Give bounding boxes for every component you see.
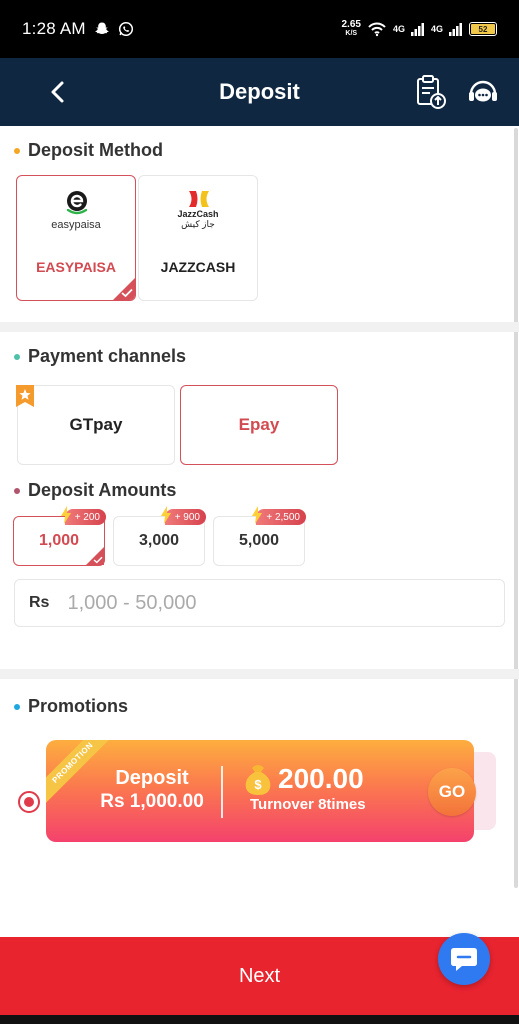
- snapchat-icon: [95, 22, 109, 34]
- jazzcash-logo-icon: [189, 191, 209, 207]
- deposit-method-title: Deposit Method: [14, 140, 163, 161]
- section-divider: [0, 322, 519, 332]
- chat-button[interactable]: [438, 933, 490, 985]
- channel-label: Epay: [238, 415, 280, 434]
- amount-value: 3,000: [138, 532, 180, 549]
- app-header: Deposit: [0, 58, 519, 126]
- battery-icon: 52: [469, 22, 497, 36]
- network-type-1: 4G: [392, 24, 405, 34]
- easypaisa-logo-text: easypaisa: [51, 219, 101, 231]
- amount-input[interactable]: [67, 591, 468, 615]
- signal-icon: [410, 23, 424, 36]
- promo-turnover: Turnover 8times: [250, 796, 366, 813]
- jazzcash-logo-text: JazzCash: [177, 209, 219, 219]
- svg-text:$: $: [254, 777, 262, 792]
- wifi-icon: [368, 22, 386, 37]
- amount-value: 1,000: [38, 532, 80, 549]
- promo-body: PROMOTION Deposit Rs 1,000.00 $ 200.00 T…: [46, 740, 474, 842]
- deposit-amounts-title: Deposit Amounts: [14, 480, 176, 501]
- section-dot: [14, 487, 20, 494]
- section-divider: [0, 669, 519, 679]
- recommended-badge-icon: [16, 385, 34, 407]
- customer-service-icon[interactable]: [466, 76, 500, 110]
- bonus-tag: + 900: [160, 506, 206, 525]
- lightning-icon: [60, 506, 71, 524]
- bonus-tag: + 2,500: [252, 506, 306, 525]
- checkmark-icon: [121, 288, 133, 298]
- amount-option-1000[interactable]: 1,000 + 200: [13, 506, 106, 566]
- currency-label: Rs: [29, 594, 50, 611]
- promo-deposit-info: Deposit Rs 1,000.00: [82, 766, 222, 814]
- method-easypaisa[interactable]: easypaisa EASYPAISA: [16, 175, 136, 301]
- network-speed: 2.65 K/S: [341, 19, 361, 38]
- section-dot: [14, 703, 20, 710]
- channel-label: GTpay: [69, 415, 123, 434]
- promo-bonus-info: $ 200.00 Turnover 8times: [242, 762, 422, 813]
- chat-bubble-icon: [451, 948, 477, 971]
- section-dot: [14, 147, 20, 154]
- promo-bonus-amount: 200.00: [278, 763, 364, 794]
- promo-go-button[interactable]: GO: [428, 768, 476, 816]
- promo-line2: Rs 1,000.00: [100, 791, 204, 812]
- deposit-records-icon[interactable]: [414, 74, 448, 110]
- checkmark-icon: [93, 556, 103, 564]
- method-label: EASYPAISA: [36, 259, 116, 275]
- status-bar: 1:28 AM 2.65 K/S 4G 4G 52: [0, 0, 519, 58]
- amount-option-5000[interactable]: 5,000 + 2,500: [213, 506, 306, 566]
- method-label: JAZZCASH: [160, 259, 236, 275]
- lightning-icon: [160, 506, 171, 524]
- channel-epay[interactable]: Epay: [180, 385, 338, 465]
- amount-option-3000[interactable]: 3,000 + 900: [113, 506, 206, 566]
- amount-input-field[interactable]: Rs: [14, 579, 505, 627]
- promotions-title: Promotions: [14, 696, 128, 717]
- payment-channels-title: Payment channels: [14, 346, 186, 367]
- promotion-radio[interactable]: [18, 791, 40, 813]
- lightning-icon: [252, 506, 263, 524]
- section-dot: [14, 353, 20, 360]
- back-arrow-icon[interactable]: [44, 78, 72, 106]
- jazzcash-logo-subtext: جاز کیش: [181, 219, 215, 229]
- scrollbar[interactable]: [514, 128, 518, 888]
- system-nav-strip: [0, 1015, 519, 1024]
- amount-value: 5,000: [238, 532, 280, 549]
- money-bag-icon: $: [245, 765, 271, 795]
- promotion-card[interactable]: PROMOTION Deposit Rs 1,000.00 $ 200.00 T…: [46, 740, 496, 842]
- method-jazzcash[interactable]: JazzCash جاز کیش JAZZCASH: [138, 175, 258, 301]
- whatsapp-icon: [118, 21, 133, 37]
- bonus-tag: + 200: [60, 506, 106, 525]
- status-time: 1:28 AM: [22, 19, 86, 38]
- network-type-2: 4G: [430, 24, 443, 34]
- signal-icon: [449, 23, 462, 36]
- promo-line1: Deposit: [115, 767, 189, 789]
- promo-separator: [221, 766, 223, 818]
- channel-gtpay[interactable]: GTpay: [16, 385, 175, 465]
- radio-selected-dot: [24, 797, 34, 807]
- easypaisa-swoosh-icon: [67, 209, 87, 215]
